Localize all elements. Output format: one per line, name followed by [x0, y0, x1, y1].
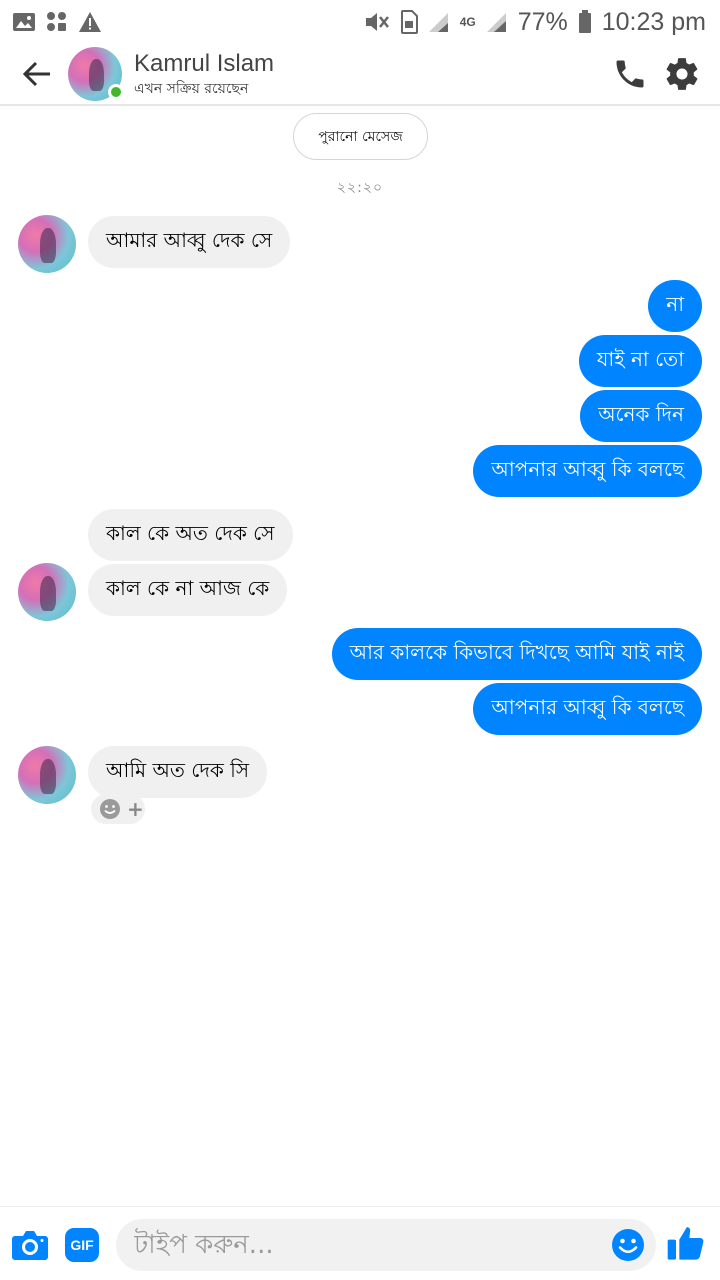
- message-timestamp: ২২:২০: [336, 180, 384, 196]
- messenger-screen: 4G 77% 10:23 pm Kamrul Islam এখন সক্রিয়…: [0, 0, 720, 1280]
- mute-icon: [364, 10, 390, 34]
- message-input[interactable]: [134, 1219, 604, 1271]
- incoming-message[interactable]: আমার আব্বু দেক সে: [88, 216, 291, 268]
- contact-name: Kamrul Islam: [134, 50, 275, 77]
- camera-icon: [12, 1231, 48, 1260]
- add-reaction-button[interactable]: +: [91, 794, 145, 824]
- back-button[interactable]: [8, 43, 66, 105]
- camera-button[interactable]: [10, 1225, 50, 1265]
- message-input-container: [116, 1219, 656, 1271]
- clock: 10:23 pm: [601, 7, 706, 36]
- contact-status: এখন সক্রিয় রয়েছেন: [134, 81, 249, 97]
- battery-icon: [578, 10, 592, 34]
- chat-header: Kamrul Islam এখন সক্রিয় রয়েছেন: [0, 44, 720, 106]
- battery-percent: 77%: [517, 7, 568, 36]
- contact-info[interactable]: Kamrul Islam এখন সক্রিয় রয়েছেন: [134, 49, 604, 99]
- incoming-message[interactable]: আমি অত দেক সি: [88, 746, 268, 798]
- avatar: [18, 215, 76, 273]
- online-indicator: [108, 84, 124, 100]
- outgoing-message[interactable]: না: [648, 280, 702, 332]
- call-button[interactable]: [604, 48, 656, 100]
- message-composer: GIF: [0, 1206, 720, 1280]
- outgoing-message[interactable]: আপনার আব্বু কি বলছে: [473, 683, 702, 735]
- sim-icon: [400, 10, 418, 34]
- avatar: [18, 563, 76, 621]
- gallery-icon: [12, 12, 36, 32]
- contact-avatar-small[interactable]: [18, 563, 76, 621]
- incoming-message[interactable]: কাল কে অত দেক সে: [88, 509, 293, 561]
- thumbs-up-icon: [667, 1227, 704, 1260]
- outgoing-message[interactable]: যাই না তো: [578, 335, 702, 387]
- apps-icon: [46, 11, 68, 33]
- plus-icon: +: [127, 797, 144, 821]
- older-messages-button[interactable]: পুরানো মেসেজ: [293, 113, 428, 160]
- smiley-icon: [100, 799, 120, 819]
- warning-icon: [78, 11, 102, 33]
- contact-avatar-small[interactable]: [18, 215, 76, 273]
- status-bar: 4G 77% 10:23 pm: [0, 0, 720, 44]
- outgoing-message[interactable]: অনেক দিন: [580, 390, 702, 442]
- contact-avatar[interactable]: [68, 47, 124, 101]
- signal-icon: [428, 11, 450, 33]
- back-arrow-icon: [22, 61, 50, 87]
- avatar: [18, 746, 76, 804]
- gear-icon: [666, 58, 698, 90]
- network-type-label: 4G: [459, 15, 476, 29]
- signal-icon: [486, 11, 508, 33]
- phone-icon: [616, 60, 644, 88]
- gif-button[interactable]: GIF: [65, 1228, 99, 1262]
- emoji-icon: [612, 1229, 644, 1261]
- settings-button[interactable]: [656, 48, 708, 100]
- outgoing-message[interactable]: আপনার আব্বু কি বলছে: [473, 445, 702, 497]
- emoji-button[interactable]: [608, 1225, 648, 1265]
- incoming-message[interactable]: কাল কে না আজ কে: [88, 564, 288, 616]
- contact-avatar-small[interactable]: [18, 746, 76, 804]
- like-button[interactable]: [664, 1221, 708, 1265]
- outgoing-message[interactable]: আর কালকে কিভাবে দিখছে আমি যাই নাই: [331, 628, 702, 680]
